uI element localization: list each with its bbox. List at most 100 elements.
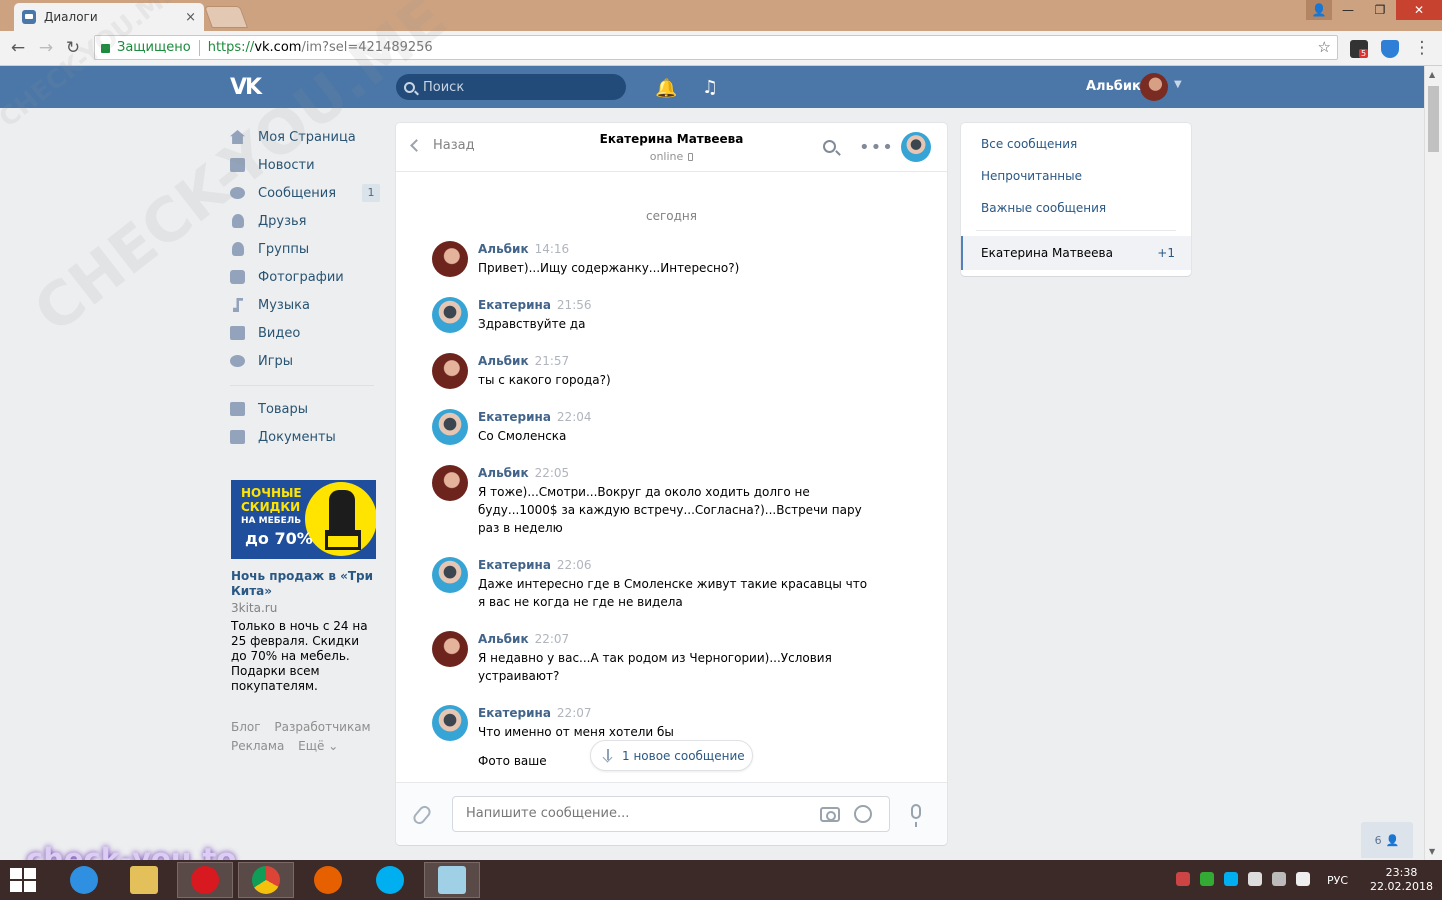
message-author[interactable]: Екатерина 22:07 bbox=[478, 706, 592, 720]
taskbar-notepad[interactable] bbox=[424, 862, 480, 898]
more-actions-icon[interactable]: ••• bbox=[859, 137, 894, 158]
message-author[interactable]: Екатерина 22:06 bbox=[478, 558, 592, 572]
window-controls: 👤 — ❐ ✕ bbox=[1306, 0, 1442, 20]
filter-important[interactable]: Важные сообщения bbox=[981, 201, 1106, 215]
dialog-header: Назад Екатерина Матвеева online ••• bbox=[396, 123, 947, 172]
emoji-smile-icon[interactable] bbox=[854, 805, 872, 823]
camera-icon[interactable] bbox=[820, 807, 840, 822]
tray-app-icon[interactable] bbox=[1176, 872, 1190, 886]
footer-link-developers[interactable]: Разработчикам bbox=[274, 720, 370, 734]
menu-item-friends[interactable]: Друзья bbox=[230, 207, 380, 235]
date-separator: сегодня bbox=[646, 209, 697, 223]
footer-link-blog[interactable]: Блог bbox=[231, 720, 261, 734]
tray-skype-icon[interactable] bbox=[1224, 872, 1238, 886]
tab-close-icon[interactable]: × bbox=[185, 10, 196, 25]
menu-item-news[interactable]: Новости bbox=[230, 151, 380, 179]
message-author[interactable]: Альбик 22:05 bbox=[478, 466, 569, 480]
taskbar-clock[interactable]: 23:38 22.02.2018 bbox=[1370, 866, 1433, 894]
menu-item-games[interactable]: Игры bbox=[230, 347, 380, 375]
tray-copy-icon[interactable] bbox=[1248, 872, 1262, 886]
filters-divider bbox=[976, 230, 1176, 231]
message-author[interactable]: Альбик 22:07 bbox=[478, 632, 569, 646]
taskbar-firefox[interactable] bbox=[300, 862, 356, 898]
menu-item-groups[interactable]: Группы bbox=[230, 235, 380, 263]
footer-link-more[interactable]: Ещё ⌄ bbox=[298, 739, 338, 753]
person-icon: 👤 bbox=[1385, 833, 1400, 847]
bookmark-star-icon[interactable]: ☆ bbox=[1318, 38, 1331, 56]
taskbar-explorer[interactable] bbox=[116, 862, 172, 898]
attach-paperclip-icon[interactable] bbox=[410, 803, 434, 827]
message-author-avatar[interactable] bbox=[432, 241, 468, 277]
music-note-icon[interactable]: ♫ bbox=[702, 77, 718, 98]
taskbar-skype[interactable] bbox=[362, 862, 418, 898]
scroll-up-icon[interactable]: ▲ bbox=[1429, 70, 1435, 79]
tray-network-icon[interactable] bbox=[1272, 872, 1286, 886]
address-bar[interactable]: Защищено https:// vk.com /im?sel=4214892… bbox=[94, 35, 1338, 60]
message-author[interactable]: Екатерина 21:56 bbox=[478, 298, 592, 312]
goods-icon bbox=[230, 402, 245, 416]
advertisement[interactable]: НОЧНЫЕ СКИДКИ НА МЕБЕЛЬ до 70% Ночь прод… bbox=[231, 480, 376, 694]
header-user-name[interactable]: Альбик bbox=[1086, 79, 1141, 94]
page-scrollbar[interactable]: ▲ ▼ bbox=[1424, 66, 1442, 860]
new-tab-button[interactable] bbox=[203, 6, 249, 28]
menu-item-music[interactable]: Музыка bbox=[230, 291, 380, 319]
filter-all-messages[interactable]: Все сообщения bbox=[981, 137, 1077, 151]
ad-title[interactable]: Ночь продаж в «Три Кита» bbox=[231, 569, 376, 599]
browser-tab-dialogs[interactable]: Диалоги × bbox=[14, 3, 204, 31]
scrollbar-thumb[interactable] bbox=[1428, 86, 1439, 152]
restore-button[interactable]: ❐ bbox=[1364, 0, 1396, 20]
internet-explorer-icon bbox=[70, 866, 98, 894]
online-friends-chip[interactable]: 6 👤 bbox=[1361, 822, 1413, 858]
message-author-avatar[interactable] bbox=[432, 557, 468, 593]
message-author-avatar[interactable] bbox=[432, 631, 468, 667]
new-messages-button[interactable]: 1 новое сообщение bbox=[590, 740, 753, 771]
close-window-button[interactable]: ✕ bbox=[1396, 0, 1442, 20]
menu-item-goods[interactable]: Товары bbox=[230, 395, 380, 423]
ad-image[interactable]: НОЧНЫЕ СКИДКИ НА МЕБЕЛЬ до 70% bbox=[231, 480, 376, 559]
browser-menu-icon[interactable]: ⋮ bbox=[1412, 38, 1432, 58]
menu-item-messages[interactable]: Сообщения 1 bbox=[230, 179, 380, 207]
menu-item-photos[interactable]: Фотографии bbox=[230, 263, 380, 291]
vk-logo[interactable]: VK bbox=[230, 75, 262, 100]
footer-link-ads[interactable]: Реклама bbox=[231, 739, 284, 753]
message-time: 21:57 bbox=[534, 354, 570, 368]
tray-volume-icon[interactable] bbox=[1296, 872, 1310, 886]
dialog-search-icon[interactable] bbox=[823, 140, 836, 153]
tray-update-icon[interactable] bbox=[1200, 872, 1214, 886]
filter-unread[interactable]: Непрочитанные bbox=[981, 169, 1082, 183]
microphone-icon[interactable] bbox=[911, 804, 921, 827]
peer-avatar[interactable] bbox=[901, 132, 931, 162]
windows-start-icon[interactable] bbox=[10, 868, 36, 892]
extension-icon[interactable]: 5 bbox=[1350, 40, 1369, 58]
profile-icon[interactable]: 👤 bbox=[1306, 0, 1332, 20]
url-scheme: https:// bbox=[207, 40, 255, 55]
message-author-avatar[interactable] bbox=[432, 465, 468, 501]
chevron-down-icon[interactable]: ▼ bbox=[1174, 79, 1182, 90]
active-dialog-item[interactable]: Екатерина Матвеева +1 bbox=[961, 236, 1191, 270]
url-host: vk.com bbox=[254, 40, 302, 55]
menu-item-documents[interactable]: Документы bbox=[230, 423, 380, 451]
message-author-avatar[interactable] bbox=[432, 353, 468, 389]
taskbar-chrome[interactable] bbox=[238, 862, 294, 898]
taskbar-opera[interactable] bbox=[177, 862, 233, 898]
message-author[interactable]: Альбик 14:16 bbox=[478, 242, 569, 256]
message-author-avatar[interactable] bbox=[432, 409, 468, 445]
shield-extension-icon[interactable] bbox=[1381, 40, 1399, 58]
reload-icon[interactable]: ↻ bbox=[63, 38, 83, 58]
back-arrow-icon[interactable]: ← bbox=[8, 38, 28, 58]
menu-item-video[interactable]: Видео bbox=[230, 319, 380, 347]
notifications-bell-icon[interactable]: 🔔 bbox=[655, 78, 677, 99]
header-user-avatar[interactable] bbox=[1140, 73, 1168, 101]
message-author-avatar[interactable] bbox=[432, 705, 468, 741]
vk-search-input[interactable]: Поиск bbox=[396, 74, 626, 100]
forward-arrow-icon[interactable]: → bbox=[36, 38, 56, 58]
input-language[interactable]: РУС bbox=[1327, 874, 1348, 887]
minimize-button[interactable]: — bbox=[1332, 0, 1364, 20]
message-author[interactable]: Екатерина 22:04 bbox=[478, 410, 592, 424]
menu-item-my-page[interactable]: Моя Страница bbox=[230, 123, 380, 151]
message-author[interactable]: Альбик 21:57 bbox=[478, 354, 569, 368]
scroll-down-icon[interactable]: ▼ bbox=[1429, 847, 1435, 856]
message-author-avatar[interactable] bbox=[432, 297, 468, 333]
menu-item-label: Игры bbox=[258, 353, 294, 369]
taskbar-ie[interactable] bbox=[56, 862, 112, 898]
